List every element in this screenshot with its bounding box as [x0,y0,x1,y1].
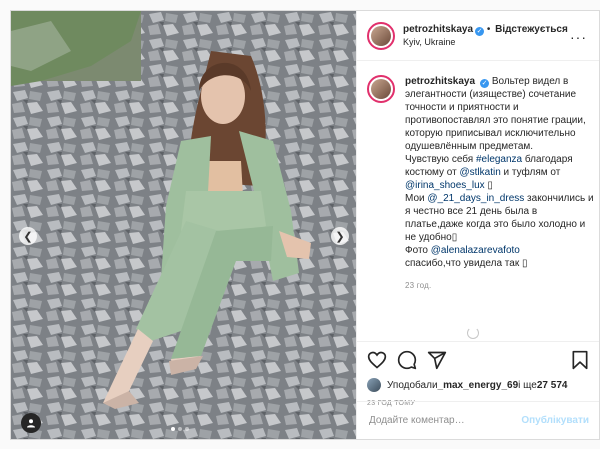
likes-prefix: Уподобали [387,379,438,391]
heart-icon [367,351,387,369]
bookmark-icon [572,350,588,370]
carousel-dot [171,427,175,431]
hashtag-link[interactable]: #eleganza [476,154,522,165]
photo-woman-on-rocks [11,11,356,439]
comment-form: Опублікувати [357,401,599,439]
username-link[interactable]: petrozhitskaya [403,24,473,35]
chevron-right-icon: ❯ [335,230,345,243]
save-button[interactable] [571,350,589,370]
loading-spinner-icon [467,327,479,339]
caption-text: спасибо,что увидела так ▯ [405,258,528,269]
avatar[interactable] [367,21,395,50]
likes-middle: і ще [518,379,537,391]
publish-button[interactable]: Опублікувати [521,415,589,426]
carousel-dot [185,427,189,431]
mention-link[interactable]: @stlkatin [459,167,500,178]
likes-summary: Уподобали _max_energy_69 і ще 27 574 [367,378,589,392]
post-sidebar: petrozhitskaya ✓ • Відстежується Kyiv, Uk… [356,11,599,439]
caption-text: и туфлям от [500,167,561,178]
caption-username[interactable]: petrozhitskaya [405,76,475,87]
caption-text: Вольтер видел в элегантности (изяществе)… [405,76,586,152]
post-photo[interactable]: ❮ ❯ [11,11,356,439]
mention-link[interactable]: @_21_days_in_dress [427,193,524,204]
caption-timestamp[interactable]: 23 год. [405,279,595,292]
next-slide-button[interactable]: ❯ [331,227,349,245]
caption-text: Чувствую себя [405,154,476,165]
share-button[interactable] [427,350,447,370]
comment-button[interactable] [397,350,417,370]
send-icon [427,351,447,370]
chevron-left-icon: ❮ [23,230,33,243]
liker-username[interactable]: _max_energy_69 [438,380,519,391]
carousel-indicator [171,427,189,431]
likes-count[interactable]: 27 574 [537,380,568,391]
location-link[interactable]: Kyiv, Ukraine [403,36,568,49]
comment-input[interactable] [367,414,522,427]
instagram-post: ❮ ❯ petrozhitskaya ✓ • Відстежується Kyiv… [10,10,600,440]
post-header: petrozhitskaya ✓ • Відстежується Kyiv, Uk… [357,11,599,61]
caption-text: Мои [405,193,428,204]
caption-text: ▯ [484,180,493,191]
post-actions: Уподобали _max_energy_69 і ще 27 574 23 … [357,341,599,407]
separator-dot: • [486,23,491,35]
verified-badge-icon: ✓ [475,26,485,36]
carousel-dot [178,427,182,431]
following-button[interactable]: Відстежується [495,24,568,35]
like-button[interactable] [367,350,387,370]
more-options-icon[interactable]: ··· [570,29,587,45]
previous-slide-button[interactable]: ❮ [19,227,37,245]
caption-avatar[interactable] [367,75,395,103]
user-icon [27,419,35,428]
post-caption: petrozhitskaya ✓ Вольтер видел в элегантн… [367,75,597,292]
caption-text: Фото [405,245,431,256]
mention-link[interactable]: @alenalazarevafoto [431,245,520,256]
verified-badge-icon: ✓ [480,79,490,88]
comment-icon [397,350,417,370]
liker-avatar[interactable] [367,378,381,392]
mention-link[interactable]: @irina_shoes_lux [405,180,485,191]
tagged-users-button[interactable] [21,413,41,433]
